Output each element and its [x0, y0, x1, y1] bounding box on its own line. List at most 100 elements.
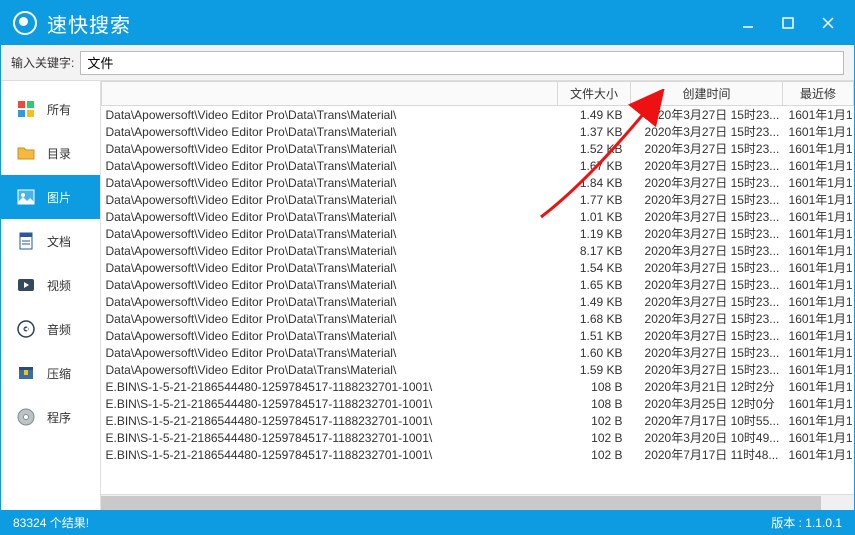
- cell-ctime: 2020年3月21日 12时2分: [631, 378, 783, 395]
- table-row[interactable]: Data\Apowersoft\Video Editor Pro\Data\Tr…: [102, 191, 854, 208]
- cell-mtime: 1601年1月1: [783, 123, 854, 140]
- cell-mtime: 1601年1月1: [783, 242, 854, 259]
- maximize-button[interactable]: [768, 8, 808, 38]
- cell-mtime: 1601年1月1: [783, 446, 854, 463]
- table-row[interactable]: Data\Apowersoft\Video Editor Pro\Data\Tr…: [102, 293, 854, 310]
- cell-mtime: 1601年1月1: [783, 327, 854, 344]
- table-row[interactable]: Data\Apowersoft\Video Editor Pro\Data\Tr…: [102, 208, 854, 225]
- table-row[interactable]: E.BIN\S-1-5-21-2186544480-1259784517-118…: [102, 395, 854, 412]
- col-header-name[interactable]: [102, 82, 558, 106]
- results-table: 文件大小 创建时间 最近修 Data\Apowersoft\Video Edit…: [101, 81, 854, 463]
- search-input[interactable]: [80, 51, 844, 75]
- cell-ctime: 2020年3月27日 15时23...: [631, 361, 783, 378]
- cell-size: 1.84 KB: [558, 174, 631, 191]
- app-logo-icon: [13, 11, 37, 35]
- table-row[interactable]: Data\Apowersoft\Video Editor Pro\Data\Tr…: [102, 225, 854, 242]
- cell-name: Data\Apowersoft\Video Editor Pro\Data\Tr…: [102, 123, 558, 140]
- search-bar: 输入关键字:: [1, 45, 854, 81]
- table-row[interactable]: Data\Apowersoft\Video Editor Pro\Data\Tr…: [102, 242, 854, 259]
- cell-ctime: 2020年3月27日 15时23...: [631, 344, 783, 361]
- cell-ctime: 2020年3月25日 12时0分: [631, 395, 783, 412]
- cell-name: Data\Apowersoft\Video Editor Pro\Data\Tr…: [102, 157, 558, 174]
- minimize-button[interactable]: [728, 8, 768, 38]
- sidebar-item-grid[interactable]: 所有: [1, 87, 100, 131]
- cell-mtime: 1601年1月1: [783, 344, 854, 361]
- cell-size: 1.60 KB: [558, 344, 631, 361]
- sidebar-item-archive[interactable]: 压缩: [1, 351, 100, 395]
- table-row[interactable]: E.BIN\S-1-5-21-2186544480-1259784517-118…: [102, 446, 854, 463]
- cell-name: Data\Apowersoft\Video Editor Pro\Data\Tr…: [102, 208, 558, 225]
- window-controls: [728, 8, 848, 38]
- grid-icon: [17, 100, 35, 118]
- cell-name: Data\Apowersoft\Video Editor Pro\Data\Tr…: [102, 259, 558, 276]
- video-icon: [17, 276, 35, 294]
- table-row[interactable]: E.BIN\S-1-5-21-2186544480-1259784517-118…: [102, 378, 854, 395]
- body: 所有目录图片文档视频音频压缩程序 文件大小 创建时间 最近修: [1, 81, 854, 510]
- table-row[interactable]: Data\Apowersoft\Video Editor Pro\Data\Tr…: [102, 361, 854, 378]
- cell-name: E.BIN\S-1-5-21-2186544480-1259784517-118…: [102, 429, 558, 446]
- scrollbar-thumb[interactable]: [101, 496, 821, 510]
- table-row[interactable]: Data\Apowersoft\Video Editor Pro\Data\Tr…: [102, 140, 854, 157]
- cell-size: 102 B: [558, 429, 631, 446]
- cell-name: E.BIN\S-1-5-21-2186544480-1259784517-118…: [102, 412, 558, 429]
- cell-ctime: 2020年3月27日 15时23...: [631, 208, 783, 225]
- cell-ctime: 2020年3月27日 15时23...: [631, 327, 783, 344]
- sidebar-item-doc[interactable]: 文档: [1, 219, 100, 263]
- cell-size: 8.17 KB: [558, 242, 631, 259]
- sidebar: 所有目录图片文档视频音频压缩程序: [1, 81, 101, 510]
- folder-icon: [17, 144, 35, 162]
- cell-size: 1.01 KB: [558, 208, 631, 225]
- table-row[interactable]: Data\Apowersoft\Video Editor Pro\Data\Tr…: [102, 344, 854, 361]
- cell-name: Data\Apowersoft\Video Editor Pro\Data\Tr…: [102, 327, 558, 344]
- cell-ctime: 2020年3月20日 10时49...: [631, 429, 783, 446]
- result-count: 83324 个结果!: [13, 514, 89, 531]
- sidebar-item-folder[interactable]: 目录: [1, 131, 100, 175]
- sidebar-item-label: 视频: [47, 277, 71, 294]
- cell-mtime: 1601年1月1: [783, 310, 854, 327]
- table-row[interactable]: Data\Apowersoft\Video Editor Pro\Data\Tr…: [102, 259, 854, 276]
- cell-name: E.BIN\S-1-5-21-2186544480-1259784517-118…: [102, 446, 558, 463]
- col-header-ctime[interactable]: 创建时间: [631, 82, 783, 106]
- cell-mtime: 1601年1月1: [783, 225, 854, 242]
- table-row[interactable]: E.BIN\S-1-5-21-2186544480-1259784517-118…: [102, 412, 854, 429]
- sidebar-item-label: 目录: [47, 145, 71, 162]
- table-row[interactable]: Data\Apowersoft\Video Editor Pro\Data\Tr…: [102, 123, 854, 140]
- sidebar-item-audio[interactable]: 音频: [1, 307, 100, 351]
- cell-mtime: 1601年1月1: [783, 208, 854, 225]
- cell-name: Data\Apowersoft\Video Editor Pro\Data\Tr…: [102, 174, 558, 191]
- cell-size: 1.49 KB: [558, 106, 631, 124]
- cell-size: 1.59 KB: [558, 361, 631, 378]
- col-header-mtime[interactable]: 最近修: [783, 82, 854, 106]
- cell-mtime: 1601年1月1: [783, 174, 854, 191]
- cell-size: 1.65 KB: [558, 276, 631, 293]
- sidebar-item-disc[interactable]: 程序: [1, 395, 100, 439]
- close-button[interactable]: [808, 8, 848, 38]
- cell-mtime: 1601年1月1: [783, 276, 854, 293]
- cell-mtime: 1601年1月1: [783, 361, 854, 378]
- app-title: 速快搜索: [47, 9, 728, 38]
- cell-mtime: 1601年1月1: [783, 140, 854, 157]
- cell-name: Data\Apowersoft\Video Editor Pro\Data\Tr…: [102, 140, 558, 157]
- cell-name: Data\Apowersoft\Video Editor Pro\Data\Tr…: [102, 310, 558, 327]
- table-row[interactable]: Data\Apowersoft\Video Editor Pro\Data\Tr…: [102, 276, 854, 293]
- table-row[interactable]: Data\Apowersoft\Video Editor Pro\Data\Tr…: [102, 327, 854, 344]
- table-row[interactable]: Data\Apowersoft\Video Editor Pro\Data\Tr…: [102, 310, 854, 327]
- cell-ctime: 2020年3月27日 15时23...: [631, 259, 783, 276]
- col-header-size[interactable]: 文件大小: [558, 82, 631, 106]
- sidebar-item-video[interactable]: 视频: [1, 263, 100, 307]
- cell-name: E.BIN\S-1-5-21-2186544480-1259784517-118…: [102, 395, 558, 412]
- horizontal-scrollbar[interactable]: [101, 494, 854, 510]
- sidebar-item-image[interactable]: 图片: [1, 175, 100, 219]
- audio-icon: [17, 320, 35, 338]
- cell-mtime: 1601年1月1: [783, 412, 854, 429]
- table-row[interactable]: Data\Apowersoft\Video Editor Pro\Data\Tr…: [102, 174, 854, 191]
- cell-size: 1.77 KB: [558, 191, 631, 208]
- cell-ctime: 2020年3月27日 15时23...: [631, 225, 783, 242]
- table-row[interactable]: E.BIN\S-1-5-21-2186544480-1259784517-118…: [102, 429, 854, 446]
- table-row[interactable]: Data\Apowersoft\Video Editor Pro\Data\Tr…: [102, 106, 854, 124]
- sidebar-item-label: 程序: [47, 409, 71, 426]
- cell-ctime: 2020年3月27日 15时23...: [631, 191, 783, 208]
- sidebar-item-label: 图片: [47, 189, 71, 206]
- results-table-wrap[interactable]: 文件大小 创建时间 最近修 Data\Apowersoft\Video Edit…: [101, 81, 854, 494]
- table-row[interactable]: Data\Apowersoft\Video Editor Pro\Data\Tr…: [102, 157, 854, 174]
